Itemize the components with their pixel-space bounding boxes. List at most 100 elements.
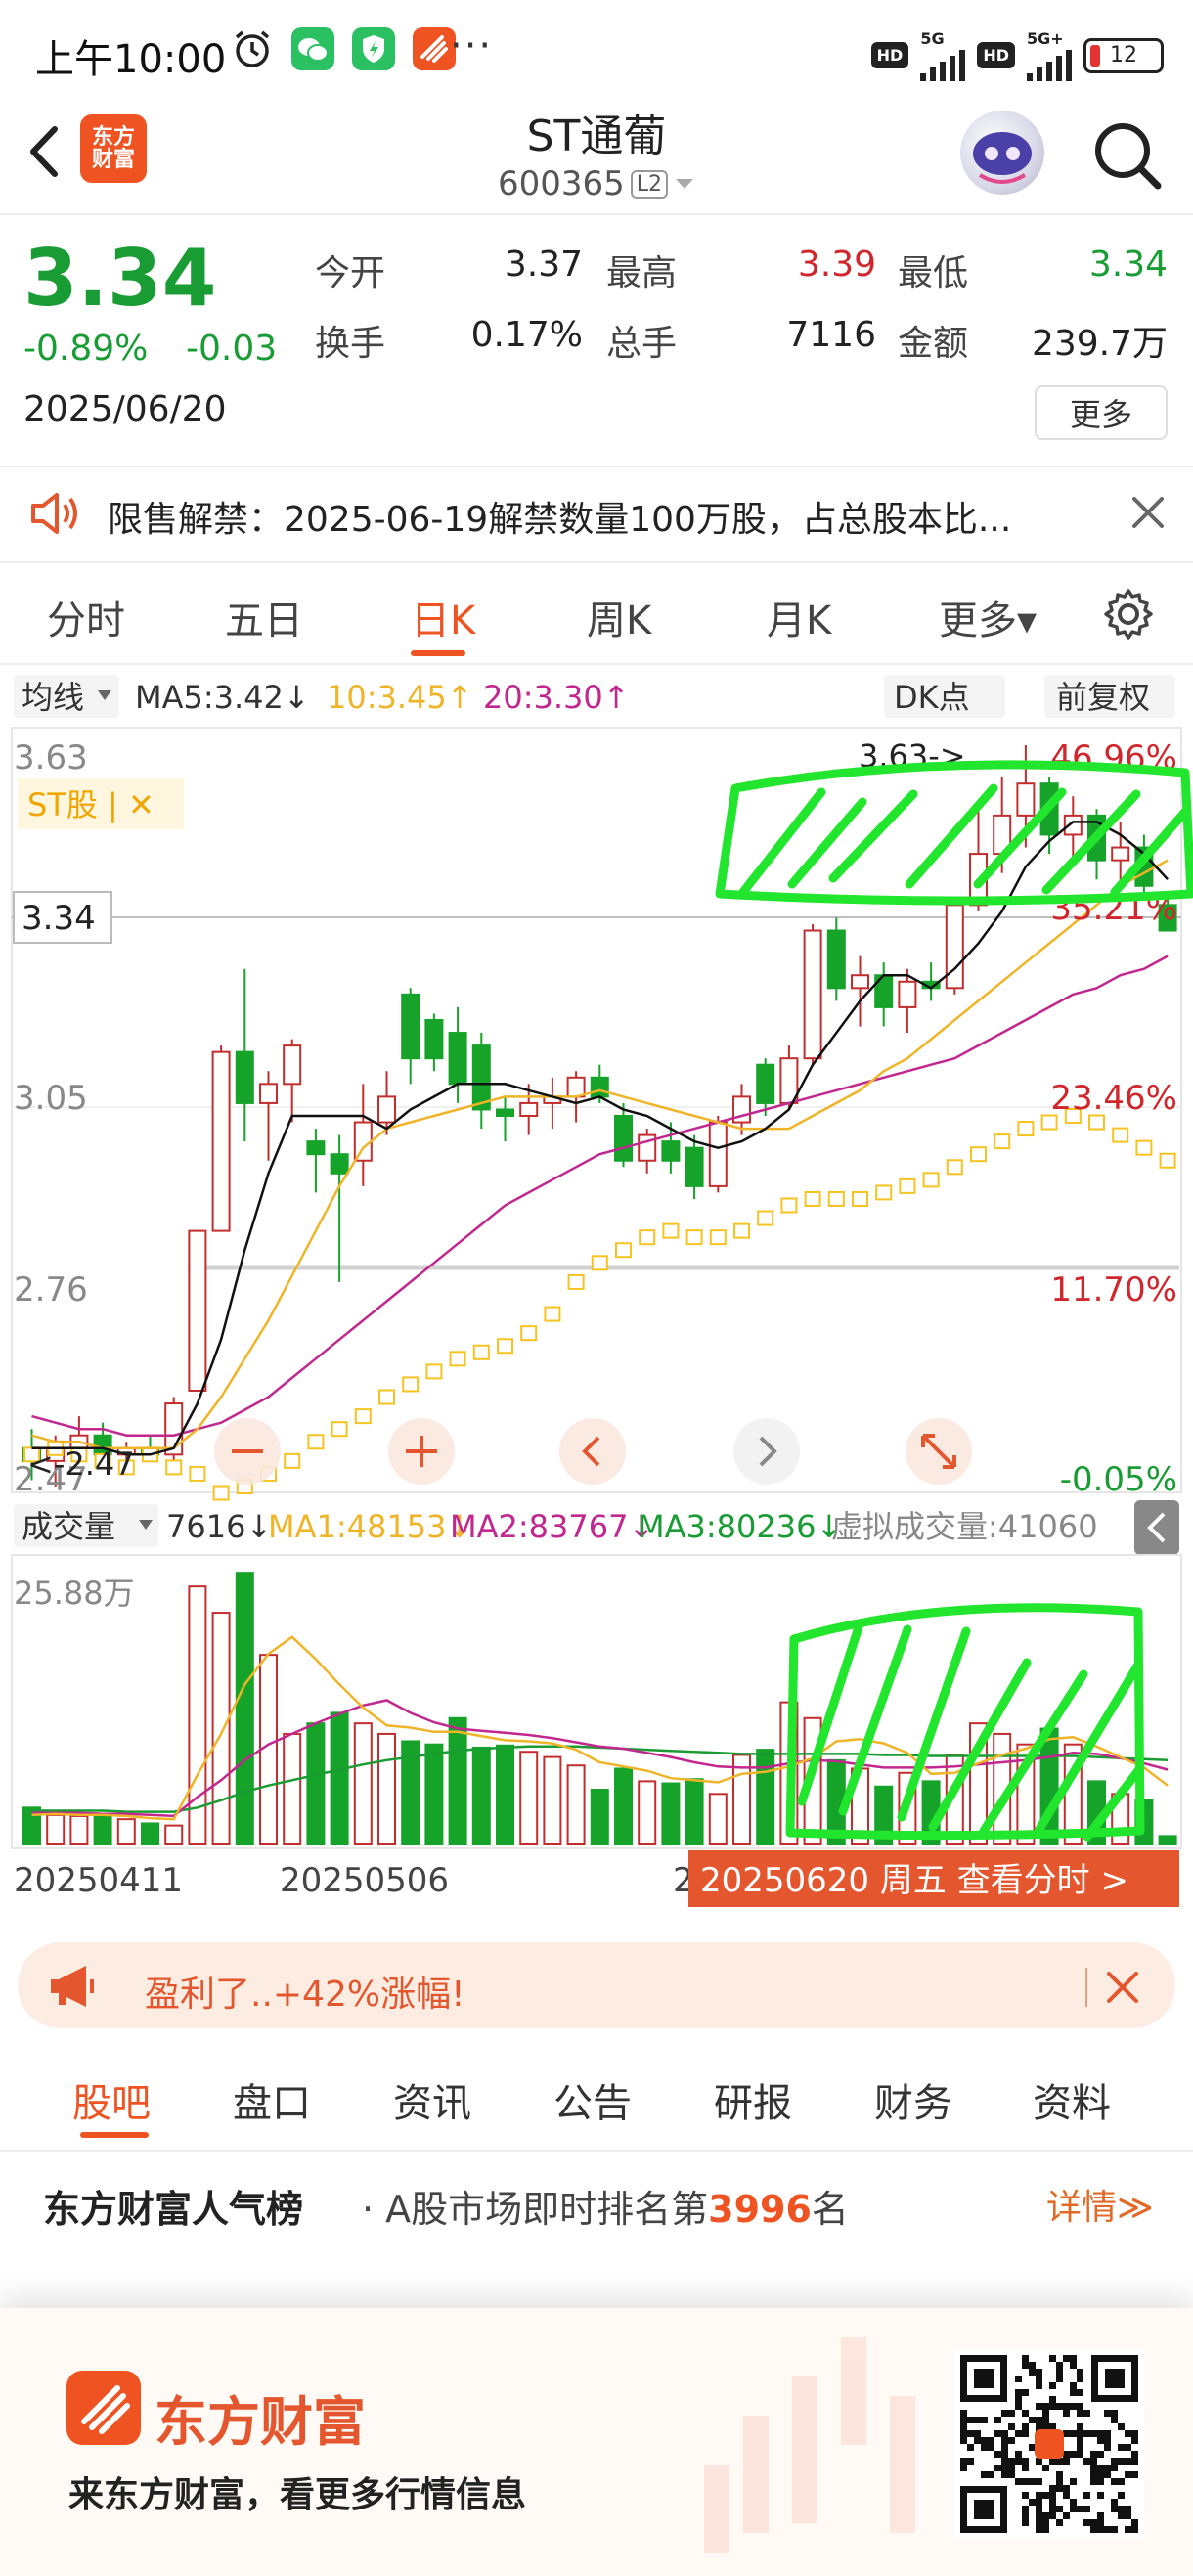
- kline-chart[interactable]: 均线 MA5:3.42↓ 10:3.45↑ 20:3.30↑ DK点 前复权 3…: [0, 667, 1193, 1929]
- dk-point: [307, 1434, 325, 1450]
- qr-module: [1070, 2506, 1077, 2512]
- tab-five-day[interactable]: 五日: [225, 589, 303, 645]
- candle-body: [803, 929, 822, 1060]
- qr-module: [1029, 2478, 1036, 2485]
- qr-module: [1131, 2471, 1138, 2478]
- more-quote-button[interactable]: 更多: [1035, 385, 1168, 440]
- qr-module: [1015, 2430, 1022, 2437]
- volume-bar: [164, 1824, 184, 1845]
- volume-bar: [756, 1749, 775, 1845]
- qr-module: [1056, 2458, 1063, 2465]
- qr-module: [1056, 2403, 1063, 2410]
- candle-body: [496, 1108, 514, 1118]
- date-banner[interactable]: 20250620 周五 查看分时 >: [700, 1861, 1128, 1900]
- qr-module: [988, 2437, 994, 2444]
- qr-module: [1036, 2499, 1042, 2506]
- volume-bar: [614, 1767, 633, 1846]
- active-tab-indicator: [411, 650, 465, 656]
- qr-module: [1111, 2417, 1118, 2423]
- tab-announcements[interactable]: 公告: [553, 2071, 632, 2128]
- gear-icon[interactable]: [1101, 587, 1156, 645]
- dk-point: [1159, 1152, 1176, 1169]
- candle-body: [448, 1032, 467, 1086]
- qr-module: [1036, 2492, 1042, 2499]
- candle: [235, 968, 254, 1142]
- qr-module: [1063, 2458, 1070, 2465]
- qr-module: [967, 2417, 974, 2423]
- dk-point: [1135, 1139, 1153, 1156]
- tab-guba[interactable]: 股吧: [72, 2071, 151, 2128]
- qr-module: [1049, 2512, 1056, 2519]
- ma-selector[interactable]: 均线: [22, 679, 84, 716]
- tab-daily-k[interactable]: 日K: [411, 589, 475, 645]
- volume-selector[interactable]: 成交量: [22, 1508, 115, 1545]
- qr-module: [1077, 2423, 1083, 2430]
- active-content-tab-indicator: [80, 2132, 149, 2138]
- tab-more[interactable]: 更多▾: [939, 589, 1037, 645]
- qr-module: [1063, 2410, 1070, 2417]
- qr-module: [1118, 2423, 1125, 2430]
- rank-suffix: 名: [811, 2188, 849, 2231]
- qr-module: [1111, 2410, 1118, 2417]
- fullscreen-button[interactable]: [906, 1418, 972, 1485]
- adjust-selector[interactable]: 前复权: [1056, 679, 1150, 716]
- zoom-in-button[interactable]: [388, 1418, 455, 1485]
- dk-point: [567, 1273, 585, 1290]
- close-promo-icon[interactable]: [1103, 1968, 1142, 2011]
- qr-module: [1049, 2499, 1056, 2506]
- search-icon[interactable]: [1087, 115, 1166, 194]
- qr-module: [967, 2444, 974, 2451]
- qr-module: [1042, 2403, 1049, 2410]
- tab-monthly-k[interactable]: 月K: [767, 589, 831, 645]
- collapse-panel-button[interactable]: [1134, 1500, 1179, 1555]
- qr-module: [1097, 2471, 1104, 2478]
- tab-intraday[interactable]: 分时: [47, 589, 125, 645]
- qr-module: [1090, 2526, 1097, 2533]
- tab-pankou[interactable]: 盘口: [233, 2071, 311, 2128]
- qr-module: [1063, 2485, 1070, 2492]
- tab-finance[interactable]: 财务: [874, 2071, 952, 2128]
- candle: [921, 962, 941, 1001]
- candle: [945, 898, 964, 995]
- pan-left-button[interactable]: [559, 1418, 626, 1485]
- dk-point: [425, 1363, 443, 1380]
- volume-bar: [708, 1793, 728, 1846]
- close-notice-icon[interactable]: [1128, 493, 1168, 536]
- system-indicators: HD 5G HD 5G+ 12: [870, 29, 1164, 81]
- dk-selector[interactable]: DK点: [894, 679, 970, 716]
- tab-news[interactable]: 资讯: [393, 2071, 471, 2128]
- qr-module: [1029, 2369, 1036, 2376]
- hd-badge-2: HD: [977, 42, 1015, 68]
- qr-module: [960, 2465, 967, 2471]
- st-tag[interactable]: ST股 | ✕: [27, 786, 155, 823]
- network-label: 5G: [920, 29, 945, 48]
- tab-profile[interactable]: 资料: [1033, 2071, 1111, 2128]
- battery-level: 12: [1110, 43, 1137, 67]
- assistant-robot-icon[interactable]: [960, 111, 1044, 195]
- candle: [164, 1397, 184, 1461]
- signal-icon-2: [1027, 48, 1072, 81]
- tab-research[interactable]: 研报: [714, 2071, 792, 2128]
- qr-module: [1070, 2389, 1077, 2396]
- qr-module: [1056, 2485, 1063, 2492]
- volume-bar: [377, 1732, 396, 1846]
- candle: [471, 1033, 491, 1130]
- candle-body: [188, 1229, 207, 1392]
- pan-right-button[interactable]: [733, 1418, 800, 1485]
- dk-point: [780, 1197, 798, 1214]
- tab-weekly-k[interactable]: 周K: [587, 589, 651, 645]
- zoom-out-button[interactable]: [214, 1418, 281, 1485]
- volume-bar: [211, 1612, 231, 1845]
- qr-module: [1131, 2526, 1138, 2533]
- candle: [638, 1129, 657, 1174]
- qr-module: [960, 2423, 967, 2430]
- qr-module: [1118, 2478, 1125, 2485]
- qr-module: [1131, 2458, 1138, 2465]
- candle-body: [259, 1083, 278, 1104]
- dk-point: [1017, 1121, 1035, 1137]
- candle-body: [614, 1115, 633, 1162]
- rank-details-link[interactable]: 详情≫: [1046, 2179, 1154, 2230]
- dk-point: [875, 1184, 893, 1201]
- qr-module: [1131, 2519, 1138, 2526]
- volume-bar: [448, 1716, 467, 1846]
